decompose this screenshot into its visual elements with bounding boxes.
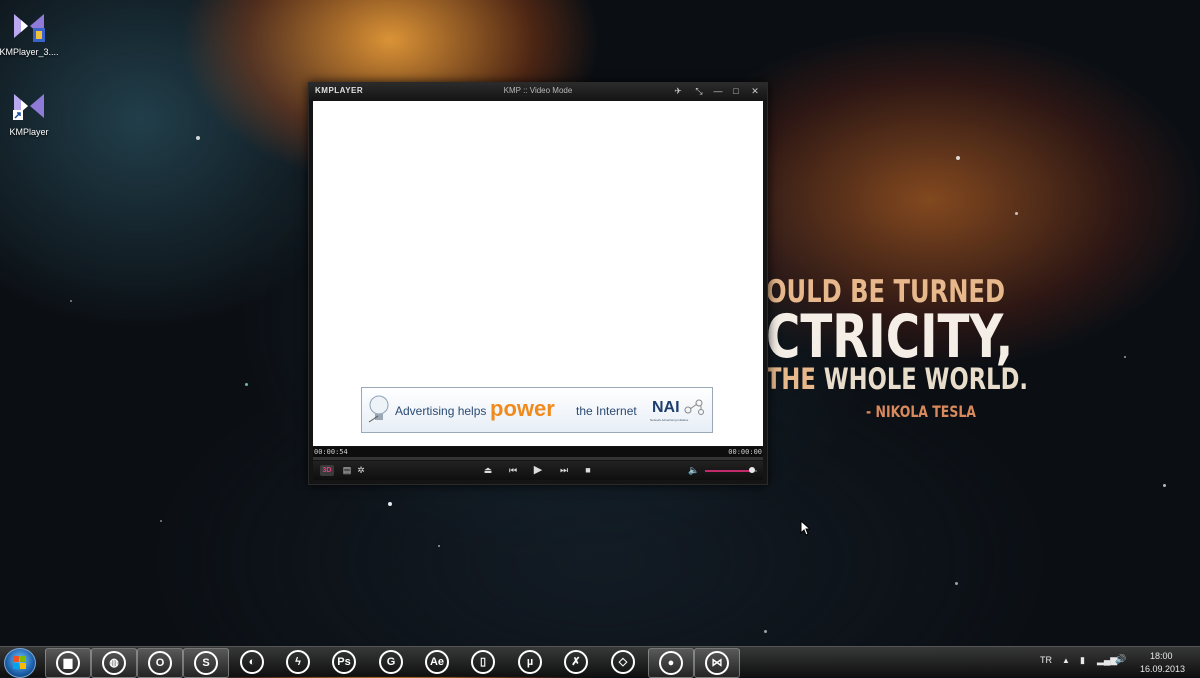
elapsed-time: 00:00:54: [314, 448, 348, 456]
taskbar-app-recorder[interactable]: ●: [648, 648, 694, 678]
ad-text-power: power: [490, 396, 555, 421]
playlist-icon[interactable]: ▤: [340, 464, 354, 477]
ad-text-after: the Internet: [576, 404, 637, 418]
desktop-icon-kmplayer-installer[interactable]: KMPlayer_3....: [0, 8, 64, 57]
eject-icon[interactable]: ⏏: [481, 464, 495, 477]
time-bar: 00:00:54 00:00:00: [313, 447, 763, 457]
seek-bar[interactable]: [313, 457, 763, 460]
settings-gear-icon[interactable]: ✲: [354, 464, 368, 477]
star: [956, 156, 960, 160]
desktop-icon-kmplayer[interactable]: KMPlayer: [0, 88, 64, 137]
control-bar: 3D ▤ ✲ ⏏ ⏮ ▶ ⏭ ■ 🔈: [313, 461, 763, 480]
clock-time[interactable]: 18:00: [1150, 651, 1173, 661]
taskbar: ▆ ◍ O S ◐ ϟ Ps G Ae ▯ µ ✗ ◇ ● ⋈ TR ▲ ▮ ▂▄▆ 🔊 18:00 16.…: [0, 646, 1200, 678]
star: [1163, 484, 1166, 487]
desktop-icon-label: KMPlayer: [9, 127, 49, 137]
taskbar-app-folder[interactable]: ▆: [45, 648, 91, 678]
title-bar[interactable]: KMPLAYER KMP :: Video Mode ✈ ⤡ — □ ✕: [309, 83, 767, 100]
wallpaper-quote-line3: THE WHOLE WORLD.: [766, 362, 1028, 396]
taskbar-app-phone[interactable]: ▯: [461, 648, 505, 676]
star: [196, 136, 200, 140]
ad-text-before: Advertising helps: [395, 404, 487, 418]
windows-logo-icon: [13, 656, 26, 669]
spiral-icon: G: [379, 650, 403, 675]
recorder-icon: ●: [659, 651, 683, 676]
flash-icon: ϟ: [286, 650, 310, 675]
unity-icon: ◇: [611, 650, 635, 675]
star: [1015, 212, 1018, 215]
star: [388, 502, 392, 506]
runner-icon: ✗: [564, 650, 588, 675]
star: [438, 545, 440, 547]
taskbar-app-kmplayer[interactable]: ⋈: [694, 648, 740, 678]
quote-words: WHOLE WORLD.: [823, 362, 1028, 396]
previous-icon[interactable]: ⏮: [506, 464, 520, 477]
next-icon[interactable]: ⏭: [557, 464, 571, 477]
taskbar-app-skype[interactable]: S: [183, 648, 229, 678]
kmplayer-icon: ⋈: [705, 651, 729, 676]
phone-icon: ▯: [471, 650, 495, 675]
battery-icon[interactable]: ▮: [1080, 655, 1085, 666]
lightbulb-icon: [368, 395, 389, 423]
total-time: 00:00:00: [728, 448, 762, 456]
taskbar-app-runner[interactable]: ✗: [554, 648, 598, 676]
star: [764, 630, 767, 633]
pin-icon[interactable]: ✈: [671, 85, 685, 97]
compact-mode-icon[interactable]: ⤡: [692, 85, 706, 97]
stop-icon[interactable]: ■: [581, 464, 595, 477]
taskbar-app-photoshop[interactable]: Ps: [322, 648, 366, 676]
mouse-cursor-icon: [800, 520, 810, 536]
desktop-icon-label: KMPlayer_3....: [0, 47, 59, 57]
taskbar-app-earth[interactable]: ◐: [230, 648, 274, 676]
kmplayer-window[interactable]: KMPLAYER KMP :: Video Mode ✈ ⤡ — □ ✕ Adv…: [308, 82, 768, 485]
volume-icon[interactable]: 🔈: [687, 464, 701, 477]
video-area[interactable]: Advertising helps power the Internet NAI…: [313, 101, 763, 446]
maximize-button[interactable]: □: [729, 85, 743, 97]
taskbar-app-flash[interactable]: ϟ: [276, 648, 320, 676]
skype-icon: S: [194, 651, 218, 676]
close-button[interactable]: ✕: [748, 85, 762, 97]
volume-fill: [705, 470, 752, 472]
wallpaper-quote-author: - NIKOLA TESLA: [866, 402, 976, 421]
volume-knob[interactable]: [748, 467, 755, 473]
clock-date[interactable]: 16.09.2013: [1140, 664, 1185, 674]
play-icon[interactable]: ▶: [531, 464, 545, 477]
quote-word-the: THE: [766, 362, 816, 396]
taskbar-app-after-effects[interactable]: Ae: [415, 648, 459, 676]
volume-tray-icon[interactable]: 🔊: [1115, 654, 1126, 665]
star: [1124, 356, 1126, 358]
after-effects-icon: Ae: [425, 650, 449, 675]
3d-button[interactable]: 3D: [320, 465, 334, 476]
kmplayer-shortcut-icon: [11, 88, 47, 124]
earth-icon: ◐: [240, 650, 264, 675]
star: [955, 582, 958, 585]
star: [245, 383, 248, 386]
kmplayer-installer-icon: [11, 8, 47, 44]
nai-logo-subtitle: Network Advertising Initiative: [650, 418, 689, 422]
network-nodes-icon: [684, 399, 704, 415]
taskbar-app-opera[interactable]: O: [137, 648, 183, 678]
taskbar-app-unity[interactable]: ◇: [601, 648, 645, 676]
advertisement-banner[interactable]: Advertising helps power the Internet NAI…: [361, 387, 713, 433]
minimize-button[interactable]: —: [711, 85, 725, 97]
folder-icon: ▆: [56, 651, 80, 676]
taskbar-app-utorrent[interactable]: µ: [508, 648, 552, 676]
taskbar-app-globe[interactable]: ◍: [91, 648, 137, 678]
language-indicator[interactable]: TR: [1040, 655, 1052, 665]
opera-icon: O: [148, 651, 172, 676]
utorrent-icon: µ: [518, 650, 542, 675]
star: [160, 520, 162, 522]
taskbar-app-spiral[interactable]: G: [369, 648, 413, 676]
photoshop-icon: Ps: [332, 650, 356, 675]
show-hidden-icons-icon[interactable]: ▲: [1062, 656, 1070, 665]
star: [70, 300, 72, 302]
globe-icon: ◍: [102, 651, 126, 676]
start-button[interactable]: [4, 648, 36, 678]
nai-logo: NAI: [652, 399, 680, 416]
